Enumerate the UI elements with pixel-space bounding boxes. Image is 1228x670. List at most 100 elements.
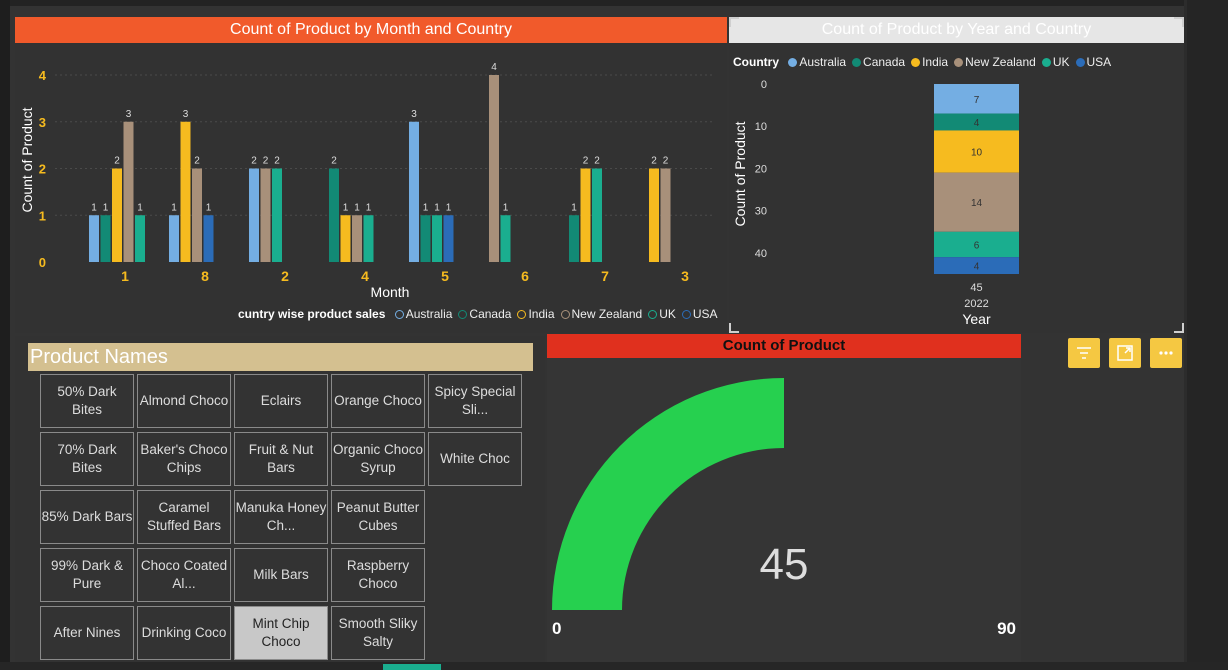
bar[interactable] [135, 215, 145, 262]
bar[interactable] [409, 121, 419, 262]
bar[interactable] [169, 215, 179, 262]
resize-handle-bl[interactable] [729, 323, 739, 333]
bar-chart-panel[interactable]: Count of Product by Month and Country 01… [15, 17, 727, 333]
bar[interactable] [112, 168, 122, 263]
resize-handle-br[interactable] [1174, 323, 1184, 333]
slicer-tile[interactable]: Caramel Stuffed Bars [137, 490, 231, 544]
legend-item[interactable]: USA [681, 307, 718, 321]
legend-item[interactable]: Canada [458, 307, 511, 321]
data-label: 1 [206, 202, 212, 213]
frame-top [0, 0, 1228, 6]
slicer-tile[interactable]: White Choc [428, 432, 522, 486]
bar[interactable] [329, 168, 339, 263]
slicer-tile[interactable]: After Nines [40, 606, 134, 660]
bar[interactable] [649, 168, 659, 263]
slicer-tile[interactable]: Orange Choco [331, 374, 425, 428]
data-label: 2 [251, 156, 257, 167]
slicer-tile[interactable]: Spicy Special Sli... [428, 374, 522, 428]
gauge-chart[interactable]: 45 0 90 [547, 334, 1021, 662]
slicer-title: Product Names [28, 343, 533, 371]
x-tick-label: 1 [121, 268, 129, 284]
bar[interactable] [489, 75, 499, 262]
bar[interactable] [443, 215, 454, 262]
bar-chart[interactable]: 012341 12311132182 2 2221 1 1431 1 1541612 272 23… [15, 17, 727, 333]
stacked-chart-panel[interactable]: Count of Product by Year and Country Cou… [729, 17, 1184, 333]
slicer-tile[interactable]: Peanut Butter Cubes [331, 490, 425, 544]
slicer-tile[interactable]: Almond Choco [137, 374, 231, 428]
bar[interactable] [100, 215, 111, 262]
filter-icon[interactable] [1068, 338, 1100, 368]
slicer-tile[interactable]: Organic Choco Syrup [331, 432, 425, 486]
bar[interactable] [592, 168, 602, 263]
report-canvas: Count of Product by Month and Country 01… [0, 0, 1228, 670]
data-label: 1 [434, 202, 440, 213]
bar[interactable] [660, 168, 671, 263]
more-options-icon[interactable] [1150, 338, 1182, 368]
slicer-tile[interactable]: 70% Dark Bites [40, 432, 134, 486]
x-tick-label: 6 [521, 268, 529, 284]
slicer-tile[interactable]: 99% Dark & Pure [40, 548, 134, 602]
bar[interactable] [500, 215, 511, 262]
bar[interactable] [352, 215, 362, 262]
bar[interactable] [249, 168, 259, 263]
bar-chart-legend[interactable]: cuntry wise product sales Australia Canad… [238, 307, 718, 321]
data-label: 4 [974, 118, 980, 129]
slicer-tile[interactable]: Smooth Sliky Salty [331, 606, 425, 660]
x-tick-label: 2022 [964, 298, 988, 310]
slicer-tile[interactable]: Milk Bars [234, 548, 328, 602]
y-axis-title: Count of Product [19, 107, 35, 212]
x-tick-label: 5 [441, 268, 449, 284]
legend-item[interactable]: Australia [394, 307, 452, 321]
bar[interactable] [420, 215, 431, 262]
bar[interactable] [192, 168, 202, 263]
page-tab-indicator[interactable] [383, 664, 441, 670]
y-tick-label: 0 [761, 79, 767, 91]
slicer-tile[interactable]: Drinking Coco [137, 606, 231, 660]
slicer-tile[interactable]: Eclairs [234, 374, 328, 428]
bar[interactable] [272, 168, 282, 263]
data-label: 3 [183, 109, 189, 120]
bar[interactable] [203, 215, 214, 262]
legend-swatch [394, 310, 404, 320]
bar[interactable] [432, 215, 442, 262]
x-axis-title: Year [962, 311, 991, 327]
slicer-tile[interactable]: 85% Dark Bars [40, 490, 134, 544]
slicer-tile[interactable]: Fruit & Nut Bars [234, 432, 328, 486]
x-tick-label: 4 [361, 268, 369, 284]
slicer-tile[interactable]: Raspberry Choco [331, 548, 425, 602]
resize-handle-tl[interactable] [729, 17, 739, 27]
legend-item[interactable]: New Zealand [560, 307, 642, 321]
y-tick-label: 40 [755, 248, 767, 260]
data-label: 6 [974, 240, 980, 251]
resize-handle-tr[interactable] [1174, 17, 1184, 27]
frame-bottom [0, 662, 1228, 670]
legend-item[interactable]: India [517, 307, 555, 321]
gauge-panel[interactable]: Count of Product 45 0 90 [547, 334, 1021, 662]
bar[interactable] [580, 168, 591, 263]
bar[interactable] [260, 168, 271, 263]
y-tick-label: 20 [755, 163, 767, 175]
bar[interactable] [569, 215, 579, 262]
gauge-max-label: 90 [997, 619, 1016, 638]
legend-swatch [681, 310, 691, 320]
empty-visual-panel [1023, 334, 1184, 662]
bar[interactable] [180, 121, 191, 262]
slicer-tile[interactable]: Manuka Honey Ch... [234, 490, 328, 544]
data-label: 4 [974, 262, 980, 273]
bar[interactable] [363, 215, 374, 262]
data-label: 2 [194, 156, 200, 167]
x-tick-label: 8 [201, 268, 209, 284]
focus-mode-icon[interactable] [1109, 338, 1141, 368]
bar[interactable] [123, 121, 134, 262]
slicer-tile[interactable]: Choco Coated Al... [137, 548, 231, 602]
stacked-chart[interactable]: 01020304074101464452022YearCount of Prod… [729, 17, 1184, 333]
slicer-tile[interactable]: Baker's Choco Chips [137, 432, 231, 486]
slicer-tile[interactable]: Mint Chip Choco [234, 606, 328, 660]
legend-item[interactable]: UK [648, 307, 676, 321]
gauge-fill[interactable] [552, 378, 784, 610]
bar[interactable] [89, 215, 99, 262]
bar-legend-title: cuntry wise product sales [238, 307, 386, 321]
y-axis-title: Count of Product [732, 121, 748, 226]
bar[interactable] [340, 215, 351, 262]
slicer-tile[interactable]: 50% Dark Bites [40, 374, 134, 428]
